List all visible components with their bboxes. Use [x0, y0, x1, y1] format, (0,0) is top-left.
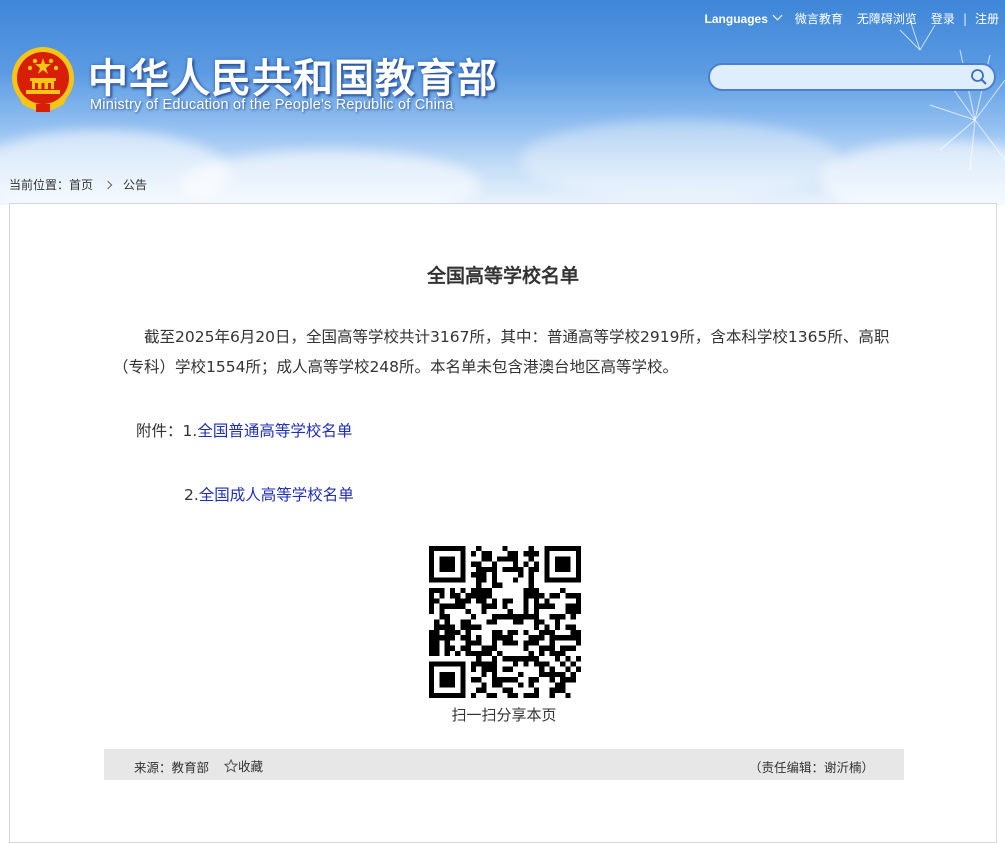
- attachment-prefix: 1.: [182, 422, 198, 440]
- article-editor: （责任编辑：谢沂楠）: [748, 760, 874, 775]
- article-title: 全国高等学校名单: [426, 265, 579, 287]
- cloud-decoration: [520, 120, 840, 200]
- article-container: 全国高等学校名单 截至2025年6月20日，全国高等学校共计3167所，其中：普…: [9, 203, 997, 843]
- attachments-label: 附件：: [136, 422, 183, 440]
- chevron-down-icon[interactable]: [772, 10, 783, 21]
- site-header: 中华人民共和国教育部 Ministry of Education of the …: [0, 0, 1005, 205]
- attachment-line-2: 2.全国成人高等学校名单: [184, 483, 354, 505]
- article-footer-bar: 来源：教育部 收藏 （责任编辑：谢沂楠）: [104, 749, 904, 780]
- search-input[interactable]: [722, 67, 966, 89]
- breadcrumb-current-link[interactable]: 公告: [123, 176, 147, 193]
- favorite-button[interactable]: 收藏: [224, 756, 263, 775]
- cloud-decoration: [180, 150, 480, 205]
- article-source: 来源：教育部: [134, 760, 210, 775]
- breadcrumb-prefix: 当前位置：: [9, 178, 70, 192]
- qr-code-icon: [429, 546, 581, 698]
- attachment-link-2[interactable]: 全国成人高等学校名单: [199, 486, 354, 504]
- breadcrumb-home-link[interactable]: 首页: [69, 176, 93, 193]
- attachment-line-1: 附件：1.全国普通高等学校名单: [136, 419, 352, 441]
- site-title: 中华人民共和国教育部: [88, 56, 498, 102]
- favorite-label: 收藏: [238, 759, 264, 774]
- nav-link-register[interactable]: 注册: [975, 10, 999, 27]
- star-icon: [224, 758, 238, 773]
- breadcrumb: 当前位置： 首页 公告: [9, 176, 147, 193]
- site-subtitle: Ministry of Education of the People's Re…: [90, 97, 454, 113]
- chevron-right-icon: [103, 180, 113, 189]
- search-box: [708, 63, 996, 91]
- article-paragraph: 截至2025年6月20日，全国高等学校共计3167所，其中：普通高等学校2919…: [113, 328, 890, 376]
- top-navigation: Languages 微言教育 无障碍浏览 登录 | 注册: [705, 10, 999, 27]
- nav-link-accessibility[interactable]: 无障碍浏览: [857, 10, 917, 27]
- languages-menu[interactable]: Languages: [705, 12, 768, 26]
- attachment-link-1[interactable]: 全国普通高等学校名单: [197, 422, 352, 440]
- search-icon[interactable]: [970, 68, 988, 86]
- nav-link-login[interactable]: 登录: [931, 10, 955, 27]
- dandelion-decoration: [899, 19, 1005, 171]
- attachment-prefix: 2.: [184, 486, 199, 504]
- national-emblem-icon: [12, 47, 74, 112]
- nav-link-weiyan[interactable]: 微言教育: [795, 10, 843, 27]
- nav-separator: |: [962, 11, 967, 26]
- qr-caption: 扫一扫分享本页: [451, 706, 557, 724]
